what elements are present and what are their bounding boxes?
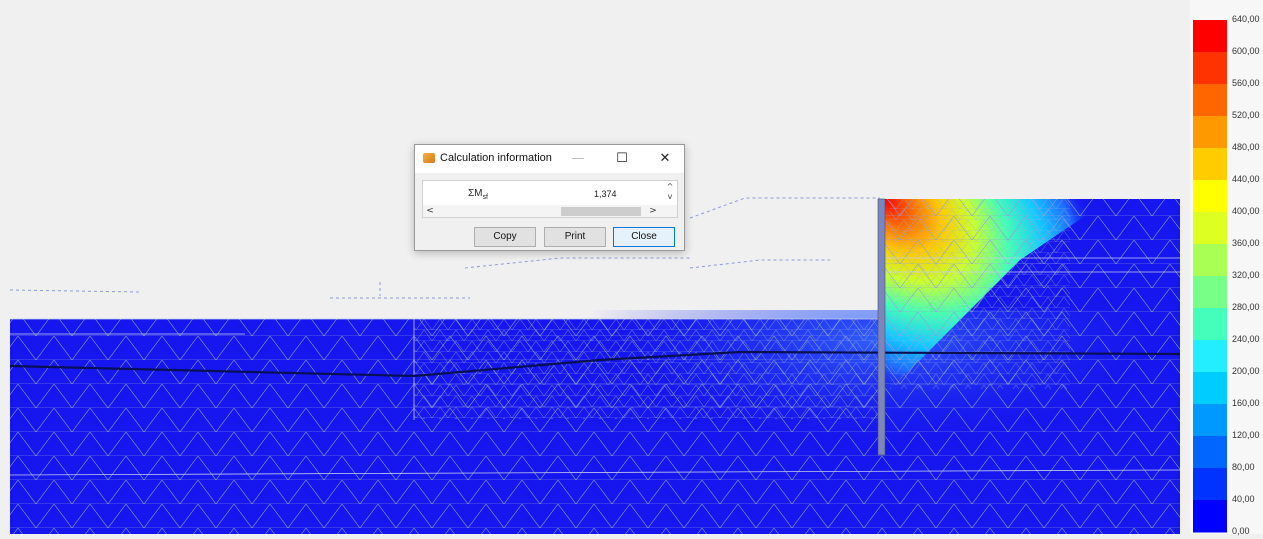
scroll-up-icon[interactable]: ^ xyxy=(665,182,675,192)
legend-swatch xyxy=(1193,180,1227,213)
legend-swatch xyxy=(1193,404,1227,437)
scroll-right-icon[interactable]: > xyxy=(647,205,659,217)
legend-label: 40,00 xyxy=(1232,494,1255,504)
legend-swatch xyxy=(1193,436,1227,469)
legend-label: 280,00 xyxy=(1232,302,1260,312)
copy-button[interactable]: Copy xyxy=(474,227,536,247)
result-value: 1,374 xyxy=(594,189,617,199)
legend-label: 600,00 xyxy=(1232,46,1260,56)
result-label-sub: sf xyxy=(482,194,488,201)
close-button[interactable]: Close xyxy=(613,227,675,247)
maximize-button[interactable]: ☐ xyxy=(604,145,640,173)
app-window: 640,00 600,00 560,00 520,00 480,00 440,00 400,… xyxy=(0,0,1263,536)
legend-label: 480,00 xyxy=(1232,142,1260,152)
legend-swatch xyxy=(1193,148,1227,181)
legend-label: 640,00 xyxy=(1232,14,1260,24)
legend-label: 120,00 xyxy=(1232,430,1260,440)
legend-label: 200,00 xyxy=(1232,366,1260,376)
sheet-pile-wall xyxy=(877,198,886,456)
legend-swatch xyxy=(1193,468,1227,501)
legend-swatch xyxy=(1193,308,1227,341)
dialog-titlebar[interactable]: Calculation information — ☐ ✕ xyxy=(415,145,684,173)
legend-label: 0,00 xyxy=(1232,526,1250,536)
legend-swatch xyxy=(1193,500,1227,533)
window-close-button[interactable]: ✕ xyxy=(647,145,683,173)
result-label-main: ΣM xyxy=(468,188,483,199)
legend-label: 560,00 xyxy=(1232,78,1260,88)
model-viewport[interactable] xyxy=(0,0,1190,534)
legend-swatch xyxy=(1193,84,1227,117)
print-button[interactable]: Print xyxy=(544,227,606,247)
result-label: ΣMsf xyxy=(468,188,488,201)
legend-swatch xyxy=(1193,372,1227,405)
legend-swatch xyxy=(1193,116,1227,149)
legend-label: 400,00 xyxy=(1232,206,1260,216)
calculation-info-dialog: Calculation information — ☐ ✕ ΣMsf 1,374… xyxy=(414,144,685,251)
legend-swatch xyxy=(1193,276,1227,309)
horizontal-scrollbar[interactable]: < > xyxy=(423,205,677,217)
legend-swatch xyxy=(1193,212,1227,245)
scroll-thumb[interactable] xyxy=(561,207,641,216)
scroll-left-icon[interactable]: < xyxy=(424,205,436,217)
legend-label: 160,00 xyxy=(1232,398,1260,408)
minimize-button[interactable]: — xyxy=(560,145,596,173)
legend-label: 320,00 xyxy=(1232,270,1260,280)
dialog-title: Calculation information xyxy=(440,152,552,164)
legend-label: 520,00 xyxy=(1232,110,1260,120)
scroll-down-icon[interactable]: v xyxy=(665,192,675,202)
legend-label: 440,00 xyxy=(1232,174,1260,184)
vertical-scrollbar[interactable]: ^ v xyxy=(663,181,677,205)
legend-swatch xyxy=(1193,244,1227,277)
app-icon xyxy=(423,153,435,163)
legend-swatch xyxy=(1193,340,1227,373)
legend-label: 80,00 xyxy=(1232,462,1255,472)
legend-swatch xyxy=(1193,52,1227,85)
legend-label: 240,00 xyxy=(1232,334,1260,344)
results-panel: ΣMsf 1,374 ^ v < > xyxy=(422,180,678,218)
legend-label: 360,00 xyxy=(1232,238,1260,248)
legend-swatch xyxy=(1193,20,1227,53)
mesh-overlay-fine-right xyxy=(890,199,1070,389)
